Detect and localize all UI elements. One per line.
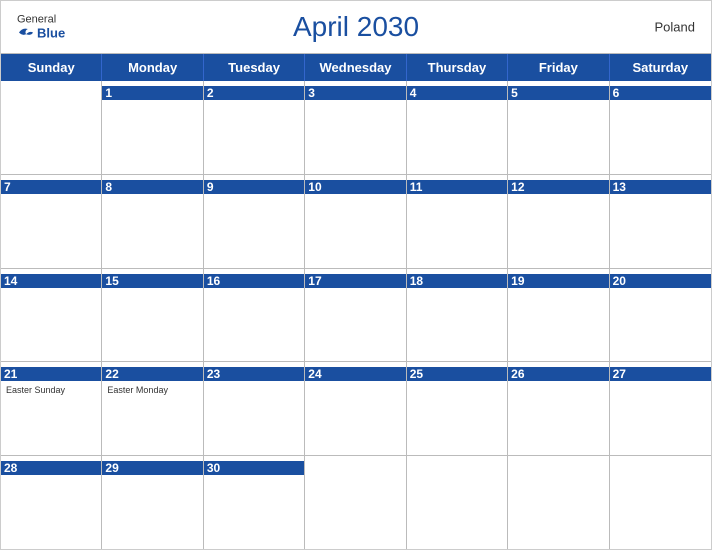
calendar-country: Poland — [655, 20, 695, 35]
day-cell-7: 7 — [1, 175, 102, 268]
day-cell-23: 23 — [204, 362, 305, 455]
day-cell-20: 20 — [610, 269, 711, 362]
day-number: 4 — [407, 86, 507, 100]
day-number: 26 — [508, 367, 608, 381]
day-cell-13: 13 — [610, 175, 711, 268]
day-header-friday: Friday — [508, 54, 609, 81]
day-cell-empty-7 — [610, 456, 711, 549]
week-row-5: 28 29 30 — [1, 456, 711, 549]
day-number: 6 — [610, 86, 711, 100]
day-number: 1 — [102, 86, 202, 100]
day-cell-24: 24 — [305, 362, 406, 455]
day-cell-25: 25 — [407, 362, 508, 455]
week-row-3: 14 15 16 17 18 19 20 — [1, 269, 711, 363]
day-cell-26: 26 — [508, 362, 609, 455]
day-cell-21: 21 Easter Sunday — [1, 362, 102, 455]
calendar-title: April 2030 — [293, 11, 419, 43]
day-number: 8 — [102, 180, 202, 194]
day-number: 29 — [102, 461, 202, 475]
day-cell-12: 12 — [508, 175, 609, 268]
day-cell-27: 27 — [610, 362, 711, 455]
day-number: 11 — [407, 180, 507, 194]
logo-blue-text: Blue — [17, 26, 65, 40]
day-cell-empty-6 — [508, 456, 609, 549]
day-number: 5 — [508, 86, 608, 100]
day-number: 22 — [102, 367, 202, 381]
day-header-tuesday: Tuesday — [204, 54, 305, 81]
day-number: 9 — [204, 180, 304, 194]
day-number: 21 — [1, 367, 101, 381]
day-header-saturday: Saturday — [610, 54, 711, 81]
day-number: 7 — [1, 180, 101, 194]
day-number: 15 — [102, 274, 202, 288]
day-number: 12 — [508, 180, 608, 194]
day-cell-6: 6 — [610, 81, 711, 174]
day-number: 10 — [305, 180, 405, 194]
day-cell-empty — [1, 81, 102, 174]
day-number: 2 — [204, 86, 304, 100]
day-number: 17 — [305, 274, 405, 288]
day-number: 18 — [407, 274, 507, 288]
day-cell-empty-5 — [407, 456, 508, 549]
day-cell-3: 3 — [305, 81, 406, 174]
day-cell-22: 22 Easter Monday — [102, 362, 203, 455]
day-cell-2: 2 — [204, 81, 305, 174]
day-number: 24 — [305, 367, 405, 381]
day-number: 16 — [204, 274, 304, 288]
day-cell-11: 11 — [407, 175, 508, 268]
calendar-grid: Sunday Monday Tuesday Wednesday Thursday… — [1, 53, 711, 549]
day-header-monday: Monday — [102, 54, 203, 81]
day-number: 25 — [407, 367, 507, 381]
logo: General Blue — [17, 15, 65, 40]
day-cell-14: 14 — [1, 269, 102, 362]
day-header-thursday: Thursday — [407, 54, 508, 81]
day-number: 27 — [610, 367, 711, 381]
day-cell-15: 15 — [102, 269, 203, 362]
day-headers: Sunday Monday Tuesday Wednesday Thursday… — [1, 54, 711, 81]
day-cell-4: 4 — [407, 81, 508, 174]
day-cell-9: 9 — [204, 175, 305, 268]
day-cell-16: 16 — [204, 269, 305, 362]
week-row-1: 1 2 3 4 5 6 — [1, 81, 711, 175]
holiday-easter-sunday: Easter Sunday — [6, 385, 96, 395]
day-header-sunday: Sunday — [1, 54, 102, 81]
day-cell-29: 29 — [102, 456, 203, 549]
day-cell-8: 8 — [102, 175, 203, 268]
day-cell-10: 10 — [305, 175, 406, 268]
calendar-weeks: 1 2 3 4 5 6 — [1, 81, 711, 549]
day-cell-5: 5 — [508, 81, 609, 174]
logo-bird-icon — [17, 26, 35, 40]
day-number: 20 — [610, 274, 711, 288]
day-cell-1: 1 — [102, 81, 203, 174]
day-cell-30: 30 — [204, 456, 305, 549]
day-cell-28: 28 — [1, 456, 102, 549]
logo-general-text: General — [17, 15, 56, 26]
day-number: 23 — [204, 367, 304, 381]
day-number: 19 — [508, 274, 608, 288]
day-number: 13 — [610, 180, 711, 194]
day-number: 30 — [204, 461, 304, 475]
day-cell-17: 17 — [305, 269, 406, 362]
holiday-easter-monday: Easter Monday — [107, 385, 197, 395]
day-cell-18: 18 — [407, 269, 508, 362]
day-number: 3 — [305, 86, 405, 100]
day-cell-empty-4 — [305, 456, 406, 549]
week-row-2: 7 8 9 10 11 12 13 — [1, 175, 711, 269]
day-header-wednesday: Wednesday — [305, 54, 406, 81]
week-row-4: 21 Easter Sunday 22 Easter Monday 23 24 … — [1, 362, 711, 456]
day-cell-19: 19 — [508, 269, 609, 362]
calendar-header: General Blue April 2030 Poland — [1, 1, 711, 53]
day-number: 14 — [1, 274, 101, 288]
day-number: 28 — [1, 461, 101, 475]
calendar-container: General Blue April 2030 Poland Sunday Mo… — [0, 0, 712, 550]
